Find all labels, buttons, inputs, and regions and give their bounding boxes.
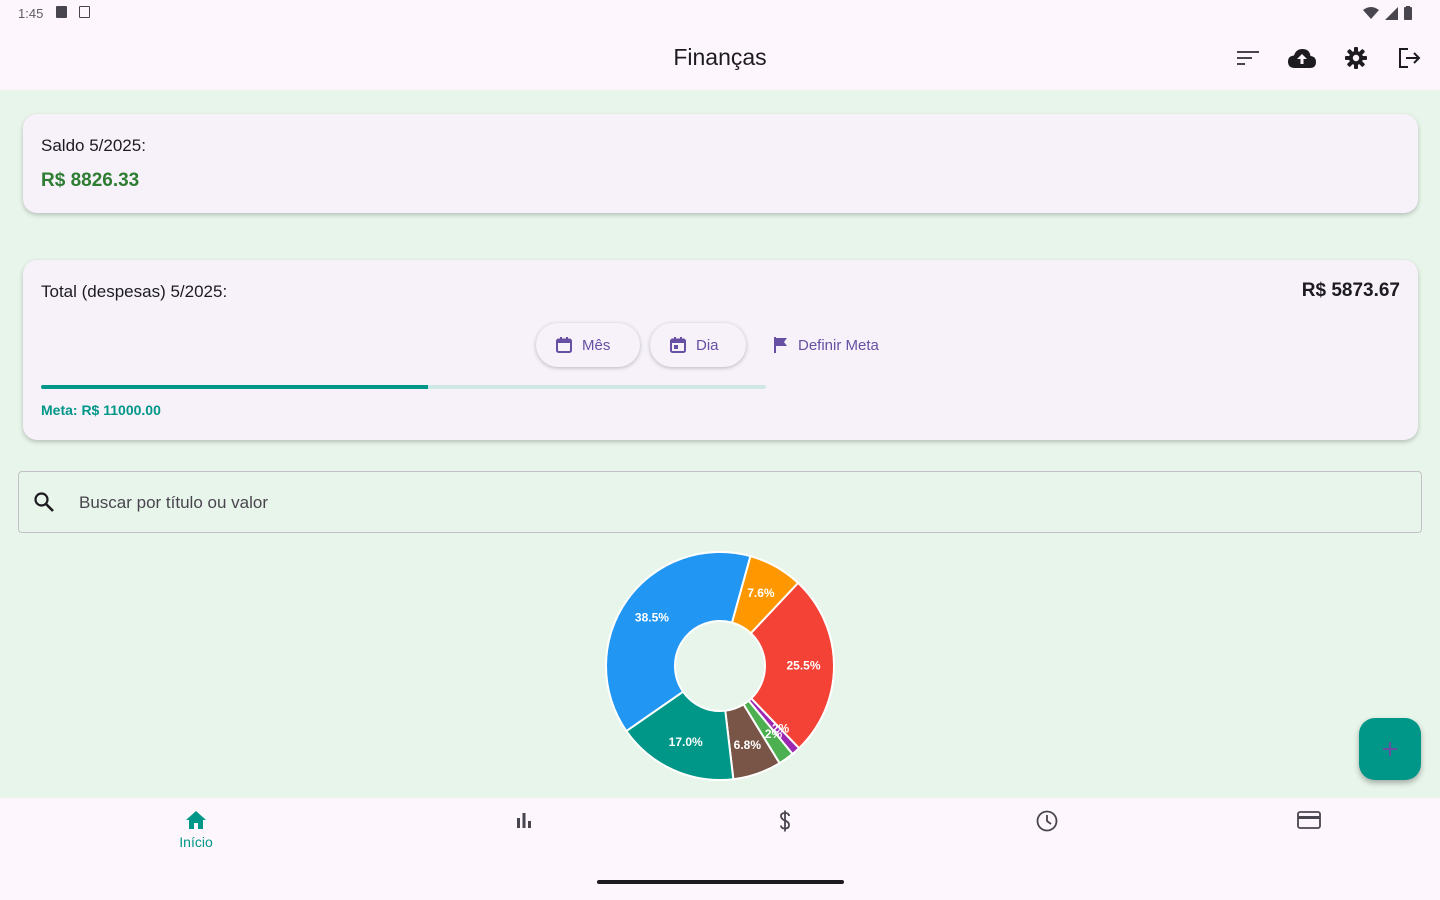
bottom-navigation: Início xyxy=(0,798,1440,900)
bar-chart-icon xyxy=(517,813,531,828)
credit-card-icon xyxy=(1297,811,1321,829)
nav-item-charts[interactable] xyxy=(464,810,584,830)
clock-icon xyxy=(1036,810,1058,832)
cloud-upload-button[interactable] xyxy=(1286,42,1318,74)
nav-item-history[interactable] xyxy=(987,810,1107,832)
status-time: 1:45 xyxy=(18,6,44,21)
day-chip[interactable]: Dia xyxy=(650,323,746,367)
logout-button[interactable] xyxy=(1394,42,1426,74)
gesture-bar xyxy=(597,880,844,884)
logout-icon xyxy=(1399,48,1421,68)
donut-slice-label: 7.6% xyxy=(747,586,775,600)
month-chip[interactable]: Mês xyxy=(536,323,640,367)
search-input[interactable] xyxy=(77,486,1381,520)
nav-item-home[interactable]: Início xyxy=(136,810,256,850)
settings-button[interactable] xyxy=(1340,42,1372,74)
home-icon xyxy=(186,811,206,829)
expenses-value: R$ 5873.67 xyxy=(1301,280,1400,301)
screenshot-icon xyxy=(79,6,90,18)
nav-item-cards[interactable] xyxy=(1249,810,1369,830)
balance-value: R$ 8826.33 xyxy=(41,170,140,191)
calendar-month-icon xyxy=(556,337,572,353)
goal-progress-fill xyxy=(41,385,429,389)
settings-icon xyxy=(1345,47,1367,69)
nav-item-home-label: Início xyxy=(179,834,213,850)
month-chip-label: Mês xyxy=(582,336,611,354)
sim-card-icon xyxy=(56,6,67,18)
plus-icon xyxy=(1383,742,1397,756)
balance-card: Saldo 5/2025: R$ 8826.33 xyxy=(23,114,1418,213)
app-title: Finanças xyxy=(673,44,767,70)
nav-item-money[interactable] xyxy=(725,810,845,832)
expenses-donut-chart: 25.5%1.2%2.2%6.8%17.0%38.5%7.6% xyxy=(605,551,835,781)
dollar-icon xyxy=(780,810,790,832)
balance-label: Saldo 5/2025: xyxy=(41,136,146,155)
top-app-bar: Finanças xyxy=(0,28,1440,90)
goal-progress-bar xyxy=(41,385,766,389)
wifi-icon xyxy=(1363,6,1379,19)
sort-icon xyxy=(1237,51,1259,65)
donut-slice-label: 17.0% xyxy=(669,735,703,749)
day-chip-label: Dia xyxy=(696,336,719,354)
flag-icon xyxy=(774,337,787,353)
donut-slice-label: 38.5% xyxy=(635,611,669,625)
expenses-label: Total (despesas) 5/2025: xyxy=(41,282,228,301)
sort-button[interactable] xyxy=(1232,42,1264,74)
donut-slice-label: 6.8% xyxy=(734,738,762,752)
status-bar: 1:45 xyxy=(0,0,1440,28)
search-icon xyxy=(34,492,54,512)
goal-label: Meta: R$ 11000.00 xyxy=(41,402,161,418)
set-goal-button[interactable]: Definir Meta xyxy=(770,323,883,367)
set-goal-label: Definir Meta xyxy=(798,336,879,354)
signal-icon xyxy=(1385,6,1398,20)
battery-icon xyxy=(1404,6,1412,20)
main-content: Saldo 5/2025: R$ 8826.33 Total (despesas… xyxy=(0,90,1440,798)
cloud-upload-icon xyxy=(1288,49,1316,68)
search-field[interactable] xyxy=(18,471,1422,533)
expenses-card: Total (despesas) 5/2025: R$ 5873.67 Mês … xyxy=(23,260,1418,440)
calendar-day-icon xyxy=(670,337,686,353)
donut-slice-label: 25.5% xyxy=(786,659,820,673)
add-transaction-button[interactable] xyxy=(1359,718,1421,780)
